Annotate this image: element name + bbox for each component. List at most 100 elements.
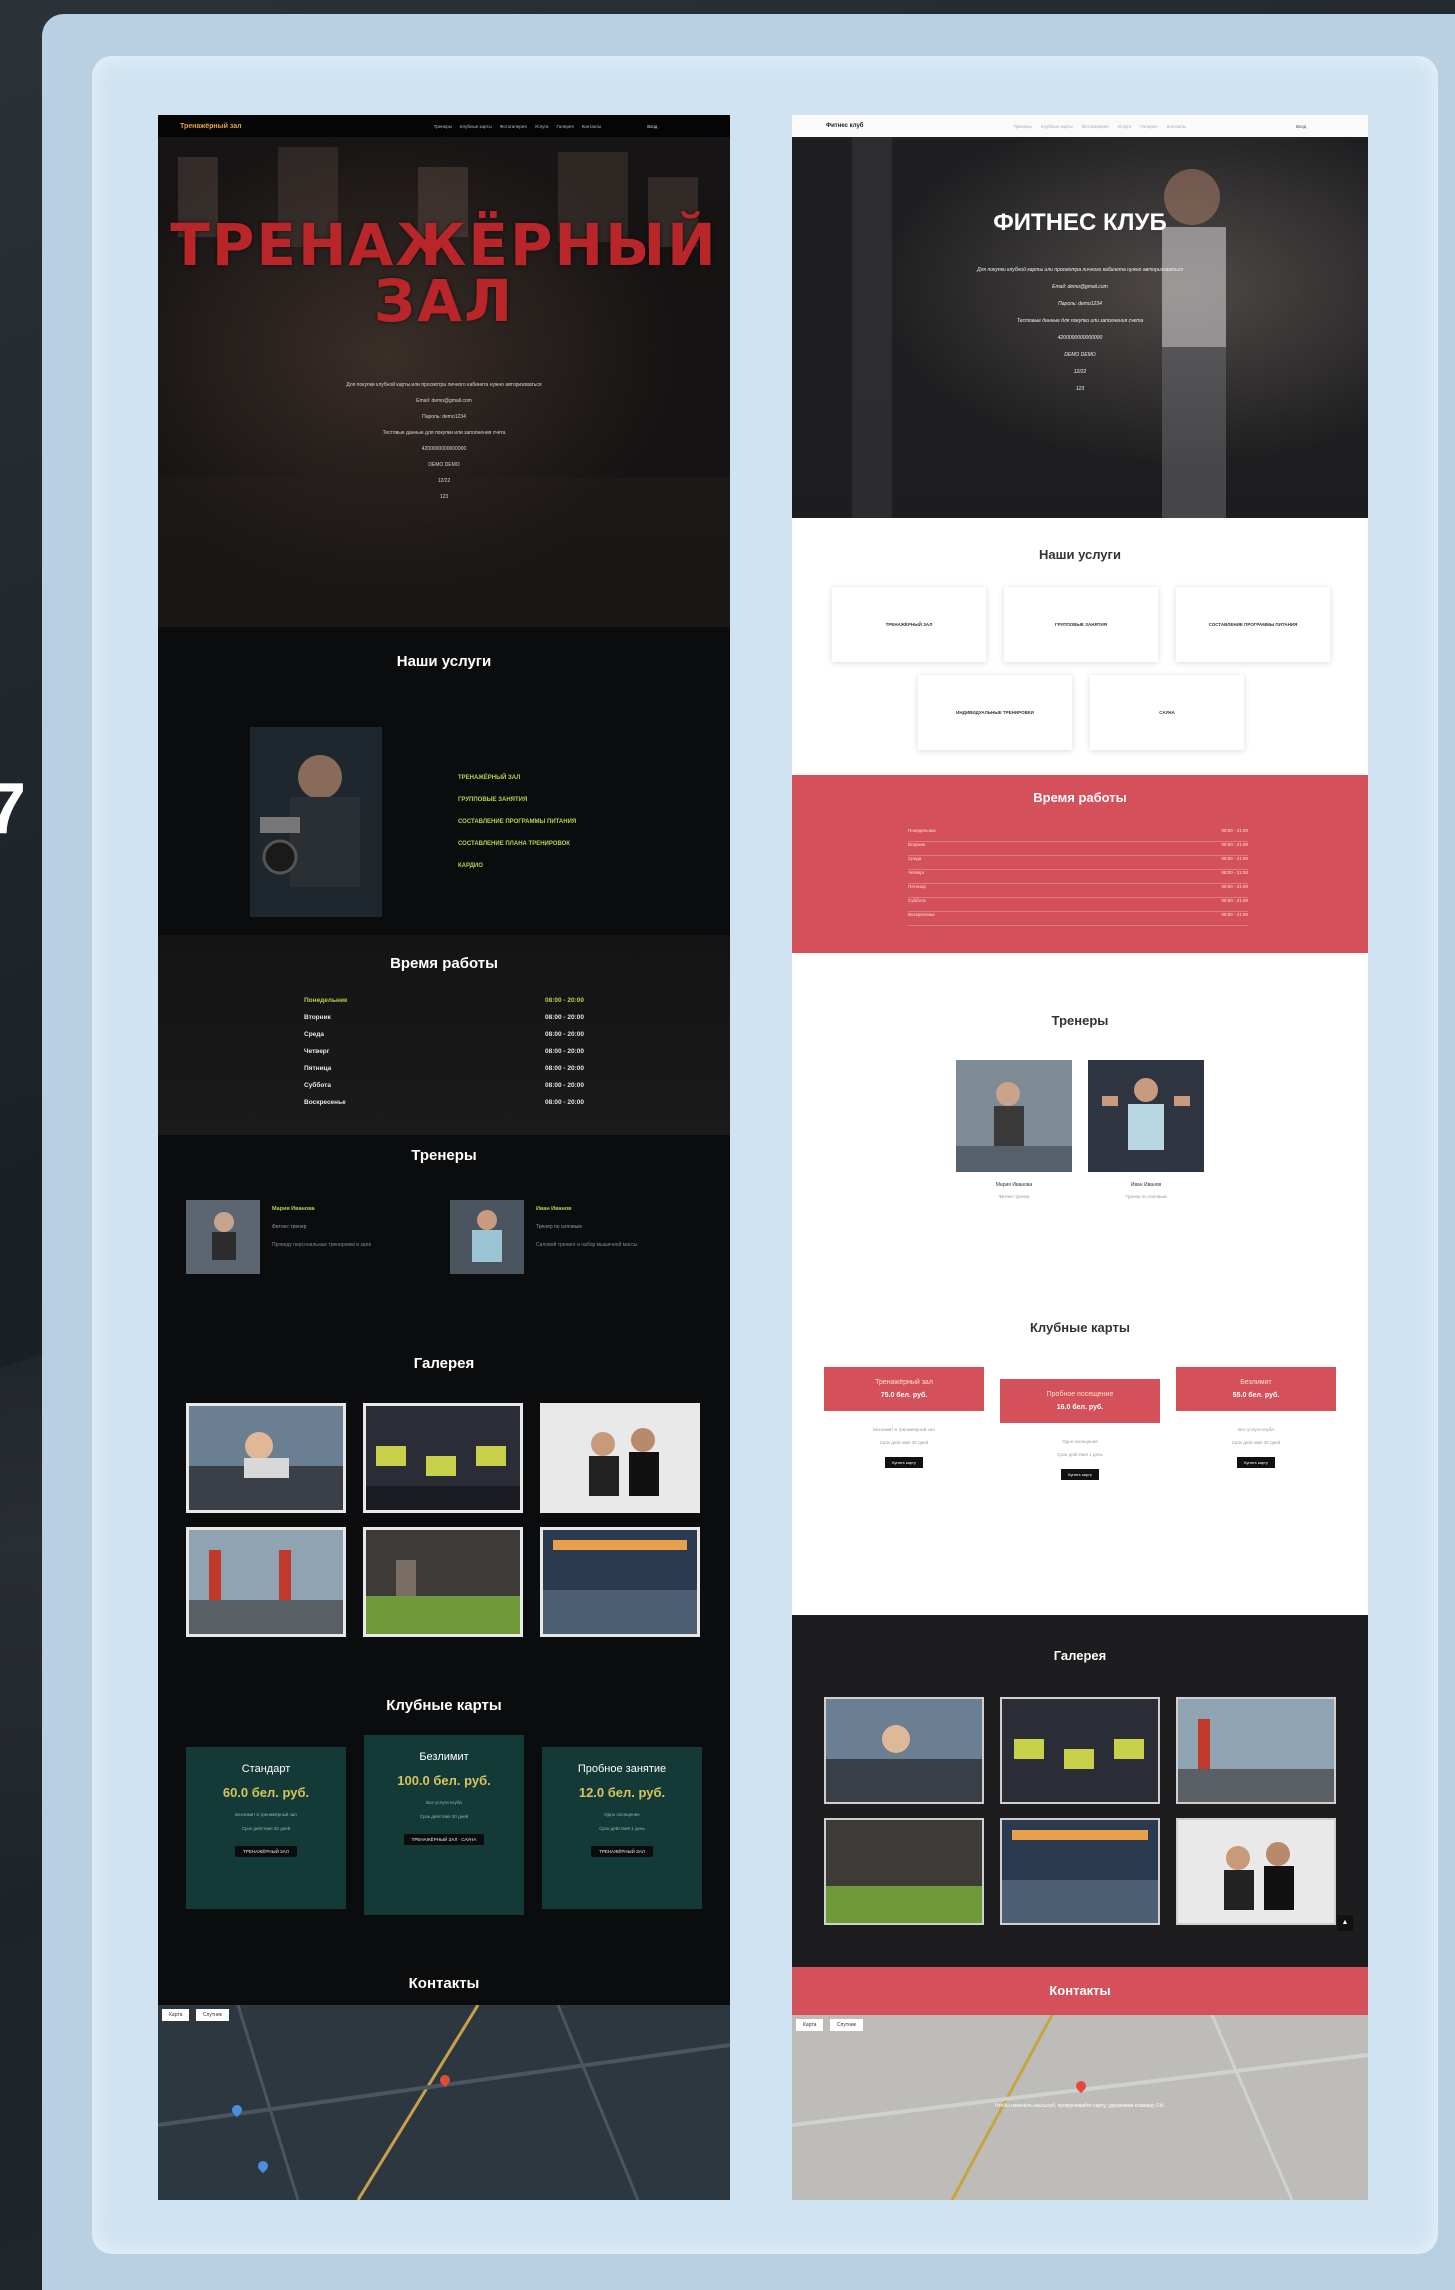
card-buy-button[interactable]: Купить карту — [1237, 1457, 1275, 1468]
trainer-card[interactable]: Мария Иванова Фитнес тренер — [956, 1060, 1072, 1199]
right-map[interactable]: Карта Спутник Чтобы изменить масштаб, пр… — [792, 2015, 1368, 2200]
map-tab[interactable]: Спутник — [830, 2019, 863, 2031]
gallery-photo[interactable] — [363, 1527, 523, 1637]
gallery-photo[interactable] — [186, 1527, 346, 1637]
club-card: Пробное занятие 12.0 бел. руб. Одно посе… — [542, 1747, 702, 1909]
club-card: Тренажёрный зал 75.0 бел. руб. Безлимит … — [824, 1367, 984, 1469]
hours-time: 08:00 - 20:00 — [544, 1099, 584, 1106]
service-item[interactable]: СОСТАВЛЕНИЕ ПЛАНА ТРЕНИРОВОК — [458, 833, 576, 855]
map-tab[interactable]: Спутник — [196, 2009, 229, 2021]
hours-row: Пятница 08:00 - 21:00 — [908, 884, 1248, 898]
trainer-card[interactable]: Мария Иванова Фитнес тренер Проведу перс… — [186, 1200, 432, 1274]
card-desc: Безлимит в тренажёрный зал Срок действия… — [186, 1808, 346, 1836]
left-logo[interactable]: Тренажёрный зал — [180, 123, 242, 130]
service-card[interactable]: ИНДИВИДУАЛЬНЫЕ ТРЕНИРОВКИ — [918, 675, 1072, 750]
gallery-photo[interactable] — [186, 1403, 346, 1513]
hero-info-line: 123 — [1075, 386, 1085, 392]
card-header: Пробное посещение 16.0 бел. руб. — [1000, 1379, 1160, 1423]
service-item[interactable]: ТРЕНАЖЁРНЫЙ ЗАЛ — [458, 767, 576, 789]
trainer-photo — [956, 1060, 1072, 1172]
service-card[interactable]: СОСТАВЛЕНИЕ ПРОГРАММЫ ПИТАНИЯ — [1176, 587, 1330, 662]
hours-time: 08:00 - 21:00 — [1221, 898, 1248, 903]
map-tab[interactable]: Карта — [162, 2009, 190, 2021]
left-hero-info: Для покупки клубной карты или просмотра … — [158, 377, 730, 505]
service-card[interactable]: САУНА — [1090, 675, 1244, 750]
hours-row: Среда 08:00 - 20:00 — [304, 1031, 584, 1048]
gallery-photo[interactable] — [363, 1403, 523, 1513]
service-item[interactable]: КАРДИО — [458, 855, 576, 877]
left-nav-item[interactable]: Услуги — [535, 124, 549, 129]
left-gallery-title: Галерея — [413, 1355, 475, 1372]
card-desc-line: Одно посещение — [604, 1812, 640, 1817]
card-header: Тренажёрный зал 75.0 бел. руб. — [824, 1367, 984, 1411]
card-price: 55.0 бел. руб. — [1232, 1392, 1280, 1399]
hours-time: 08:00 - 21:00 — [1221, 884, 1248, 889]
left-nav-item[interactable]: Тренеры — [434, 124, 452, 129]
card-buy-button[interactable]: ТРЕНАЖЁРНЫЙ ЗАЛ — [591, 1846, 653, 1857]
card-body: Одно посещение Срок действия 1 день Купи… — [1000, 1423, 1160, 1481]
left-cards-title: Клубные карты — [386, 1697, 502, 1714]
gallery-photo[interactable] — [1176, 1818, 1336, 1925]
map-roads — [158, 2005, 730, 2200]
hours-day: Понедельник — [304, 997, 348, 1004]
hours-row: Суббота 08:00 - 21:00 — [908, 898, 1248, 912]
hero-info-line: Тестовые данные для покупки или заполнен… — [1016, 318, 1144, 324]
service-item[interactable]: СОСТАВЛЕНИЕ ПРОГРАММЫ ПИТАНИЯ — [458, 811, 576, 833]
right-nav-item[interactable]: Клубные карты — [1041, 124, 1073, 129]
gallery-photo[interactable] — [1176, 1697, 1336, 1804]
trainer-name: Мария Иванова — [995, 1182, 1033, 1188]
trainer-desc: Проведу персональные тренировки в зале — [272, 1242, 372, 1248]
left-nav-item[interactable]: Клубные карты — [460, 124, 492, 129]
left-hours-title: Время работы — [390, 955, 498, 972]
trainer-photo — [450, 1200, 524, 1274]
card-desc-line: Безлимит в тренажёрный зал — [873, 1427, 935, 1432]
service-label: САУНА — [1159, 710, 1175, 715]
service-item[interactable]: ГРУППОВЫЕ ЗАНЯТИЯ — [458, 789, 576, 811]
services-photo — [250, 727, 382, 917]
right-nav-item[interactable]: Фотогалерея — [1082, 124, 1109, 129]
service-card[interactable]: ТРЕНАЖЁРНЫЙ ЗАЛ — [832, 587, 986, 662]
trainer-name: Иван Иванов — [536, 1206, 572, 1212]
left-map[interactable]: Карта Спутник — [158, 2005, 730, 2200]
service-card[interactable]: ГРУППОВЫЕ ЗАНЯТИЯ — [1004, 587, 1158, 662]
hours-row: Четверг 08:00 - 21:00 — [908, 870, 1248, 884]
trainer-card[interactable]: Иван Иванов Тренер по силовым Силовой тр… — [450, 1200, 696, 1274]
right-nav-item[interactable]: Услуги — [1118, 124, 1132, 129]
hero-info-line: Для покупки клубной карты или просмотра … — [346, 382, 542, 388]
hero-info-line: DEMO DEMO — [428, 462, 460, 468]
trainer-card[interactable]: Иван Иванов Тренер по силовым — [1088, 1060, 1204, 1199]
gallery-photo[interactable] — [540, 1403, 700, 1513]
trainer-name: Мария Иванова — [272, 1206, 315, 1212]
card-desc-line: Срок действия 30 дней — [879, 1440, 929, 1445]
hero-info-line: 12/22 — [1073, 369, 1087, 375]
card-name: Безлимит — [1240, 1379, 1272, 1386]
service-label: ГРУППОВЫЕ ЗАНЯТИЯ — [1055, 622, 1107, 627]
left-nav-item[interactable]: Галерея — [557, 124, 574, 129]
left-login-link[interactable]: Вход — [647, 124, 657, 129]
map-tab[interactable]: Карта — [796, 2019, 824, 2031]
right-nav-item[interactable]: Галерея — [1140, 124, 1157, 129]
left-nav-item[interactable]: Контакты — [582, 124, 601, 129]
gallery-photo[interactable] — [824, 1697, 984, 1804]
hero-info-line: 4200000000000000 — [421, 446, 467, 452]
right-login-link[interactable]: Вход — [1296, 124, 1306, 129]
card-buy-button[interactable]: ТРЕНАЖЁРНЫЙ ЗАЛ · САУНА — [403, 1834, 485, 1845]
right-logo[interactable]: Фитнес клуб — [826, 123, 864, 129]
card-buy-button[interactable]: Купить карту — [1061, 1469, 1099, 1480]
hours-time: 08:00 - 20:00 — [544, 997, 584, 1004]
right-nav-menu: Тренеры Клубные карты Фотогалерея Услуги… — [1014, 124, 1187, 129]
hero-info-line: DEMO DEMO — [1064, 352, 1096, 358]
left-nav-item[interactable]: Фотогалерея — [500, 124, 527, 129]
gallery-photo[interactable] — [1000, 1818, 1160, 1925]
right-nav-item[interactable]: Контакты — [1167, 124, 1186, 129]
gallery-photo[interactable] — [1000, 1697, 1160, 1804]
right-nav-item[interactable]: Тренеры — [1014, 124, 1032, 129]
card-buy-button[interactable]: Купить карту — [885, 1457, 923, 1468]
card-buy-button[interactable]: ТРЕНАЖЁРНЫЙ ЗАЛ — [235, 1846, 297, 1857]
gallery-photo[interactable] — [540, 1527, 700, 1637]
right-hero: ФИТНЕС КЛУБ Для покупки клубной карты ил… — [792, 137, 1368, 518]
hours-day: Воскресенье — [304, 1099, 346, 1106]
scroll-top-button[interactable]: ▲ — [1337, 1915, 1353, 1931]
trainer-role: Тренер по силовым — [1125, 1194, 1167, 1199]
gallery-photo[interactable] — [824, 1818, 984, 1925]
